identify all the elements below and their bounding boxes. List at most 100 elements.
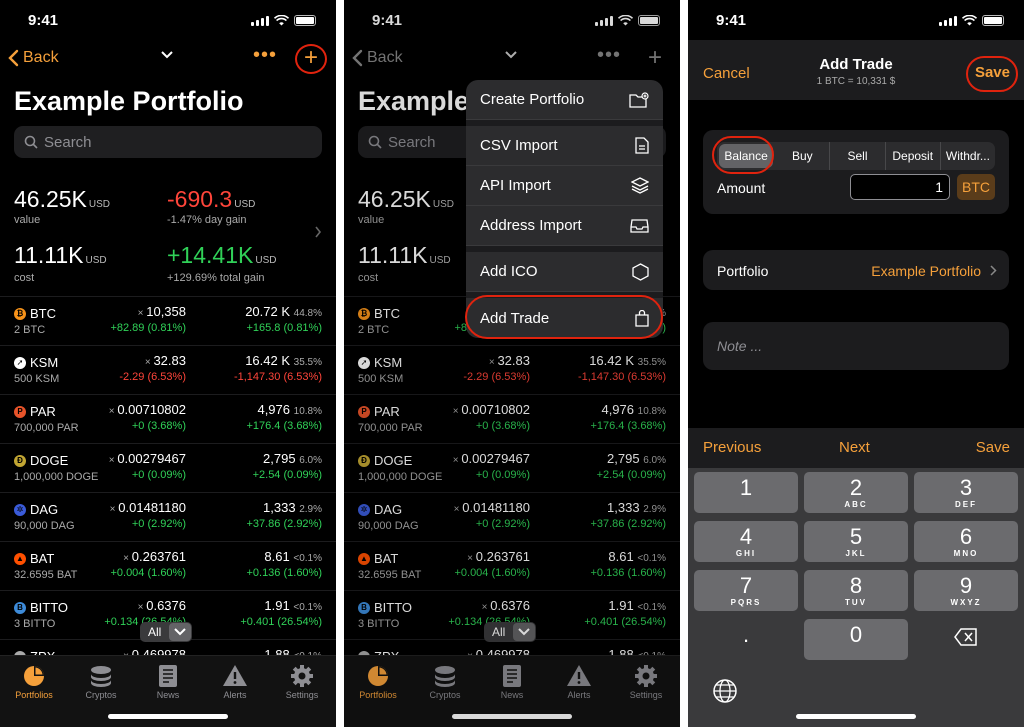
coin-price: 0.00279467 [117, 451, 186, 466]
coin-price: 0.263761 [131, 549, 186, 564]
day-gain: -690.3 [167, 186, 233, 212]
coin-price-change: +0.004 (1.60%) [110, 567, 186, 579]
menu-item-api-import[interactable]: API Import [466, 166, 663, 206]
coin-value: 1.91 [264, 598, 290, 613]
coin-holding: 90,000 DAG [14, 520, 75, 532]
signal-icon [939, 15, 957, 26]
total-value: 46.25K [14, 186, 87, 212]
signal-icon [251, 15, 269, 26]
key-8[interactable]: 8 TUV [804, 570, 908, 611]
toolbar-save-button[interactable]: Save [976, 439, 1010, 456]
segment-sell[interactable]: Sell [830, 142, 886, 170]
battery-icon [294, 15, 316, 26]
coin-row-dag[interactable]: ✲ DAG 90,000 DAG × 0.01481180 +0 (2.92%) 1,33… [0, 492, 336, 541]
coin-price-change: +0 (3.68%) [131, 420, 186, 432]
key-2[interactable]: 2 ABC [804, 472, 908, 513]
key-3[interactable]: 3 DEF [914, 472, 1018, 513]
portfolio-value: Example Portfolio [871, 263, 981, 279]
trade-form: Balance Buy Sell Deposit Withdr... Amoun… [688, 100, 1024, 428]
segment-buy[interactable]: Buy [775, 142, 831, 170]
key-5[interactable]: 5 JKL [804, 521, 908, 562]
coin-row-ksm[interactable]: ➚ KSM 500 KSM × 32.83 -2.29 (6.53%) 16.42 K 3… [0, 345, 336, 394]
globe-icon[interactable] [712, 678, 738, 704]
coin-row-btc[interactable]: ₿BTC2 BTC× 10,358+82.89 (0.81%)20.72 K 4… [0, 296, 336, 345]
status-time: 9:41 [716, 12, 747, 29]
back-button[interactable]: Back [8, 49, 59, 67]
coin-symbol: PAR [30, 404, 56, 419]
key-9[interactable]: 9 WXYZ [914, 570, 1018, 611]
coin-holding: 32.6595 BAT [14, 569, 78, 581]
nav-bar: Back ••• + [0, 44, 336, 76]
coin-symbol: KSM [30, 355, 59, 370]
note-field[interactable]: Note ... [703, 322, 1009, 370]
coin-value: 1,333 [263, 500, 296, 515]
menu-item-csv-import[interactable]: CSV Import [466, 126, 663, 166]
backspace-key[interactable] [914, 618, 1018, 659]
segment-deposit[interactable]: Deposit [886, 142, 941, 170]
amount-input[interactable]: 1 [850, 174, 950, 200]
home-indicator [108, 714, 228, 719]
menu-item-address-import[interactable]: Address Import [466, 206, 663, 246]
key-0[interactable]: 0 [804, 619, 908, 660]
coin-symbol: DAG [30, 502, 59, 517]
coin-price-change: +0 (0.09%) [131, 469, 186, 481]
tab-cryptos[interactable]: Cryptos [71, 662, 131, 700]
portfolio-label: Portfolio [717, 263, 769, 279]
highlight-ring [712, 136, 774, 174]
layers-icon [631, 177, 649, 194]
coin-ksm-icon: ➚ [14, 356, 26, 369]
coin-share: 2.9% [299, 504, 322, 515]
coin-price-change: +0 (2.92%) [131, 518, 186, 530]
coin-share: 44.8% [293, 308, 322, 319]
numeric-keypad: 1 2 ABC 3 DEF 4 GHI 5 JKL 6 MNO 7 PQRS 8 TUV 9 WXYZ. 0 [688, 468, 1024, 727]
menu-item-add-ico[interactable]: Add ICO [466, 252, 663, 292]
filter-pill[interactable]: All [140, 622, 193, 642]
portfolio-screen: 9:41 Back ••• + Example Portfolio Search… [0, 0, 336, 727]
modal-header: Cancel Add Trade 1 BTC = 10,331 $ Save [688, 40, 1024, 100]
battery-icon [982, 15, 1004, 26]
key-1[interactable]: 1 [694, 472, 798, 513]
coin-value-change: +2.54 (0.09%) [252, 469, 322, 481]
menu-item-create-portfolio[interactable]: Create Portfolio [466, 80, 663, 120]
tab-settings[interactable]: Settings [272, 662, 332, 700]
delete-icon [954, 628, 977, 646]
highlight-ring [465, 295, 663, 339]
key-4[interactable]: 4 GHI [694, 521, 798, 562]
portfolio-picker[interactable]: Portfolio Example Portfolio [703, 250, 1009, 290]
coin-row-par[interactable]: P PAR 700,000 PAR × 0.00710802 +0 (3.68%) 4,9… [0, 394, 336, 443]
key-7[interactable]: 7 PQRS [694, 570, 798, 611]
coin-row-doge[interactable]: Ð DOGE 1,000,000 DOGE × 0.00279467 +0 (0.09%… [0, 443, 336, 492]
wifi-icon [274, 15, 289, 26]
segment-withdraw[interactable]: Withdr... [941, 142, 995, 170]
coin-value: 20.72 K [245, 304, 291, 319]
tab-news[interactable]: News [138, 662, 198, 700]
coin-value-change: +37.86 (2.92%) [246, 518, 322, 530]
keyboard-toolbar: Previous Next Save [688, 428, 1024, 468]
coin-price-change: +82.89 (0.81%) [110, 322, 186, 334]
total-cost: 11.11K [14, 242, 84, 268]
chevron-right-icon [315, 226, 322, 238]
coin-row-bat[interactable]: ▲ BAT 32.6595 BAT × 0.263761 +0.004 (1.60%) 8… [0, 541, 336, 590]
tab-alerts[interactable]: Alerts [205, 662, 265, 700]
more-button[interactable]: ••• [253, 44, 277, 67]
coin-symbol: BTC [30, 306, 56, 321]
coin-price: 0.01481180 [118, 500, 186, 515]
coin-price: 0.6376 [146, 598, 186, 613]
search-input[interactable]: Search [14, 126, 322, 158]
amount-label: Amount [717, 180, 766, 196]
key-6[interactable]: 6 MNO [914, 521, 1018, 562]
chevron-down-icon[interactable] [160, 50, 174, 60]
previous-button[interactable]: Previous [703, 439, 761, 456]
coins-icon [71, 662, 131, 690]
coin-holding: 700,000 PAR [14, 422, 79, 434]
currency-button[interactable]: BTC [957, 174, 995, 200]
next-button[interactable]: Next [839, 439, 870, 456]
key-decimal[interactable]: . [694, 619, 798, 660]
coin-share: 10.8% [293, 406, 322, 417]
coin-value: 16.42 K [245, 353, 291, 368]
coin-bat-icon: ▲ [14, 552, 26, 565]
tab-portfolios[interactable]: Portfolios [4, 662, 64, 700]
coin-value-change: +176.4 (3.68%) [246, 420, 322, 432]
portfolio-summary[interactable]: 46.25K USD value -690.3 USD -1.47% day gai… [0, 176, 336, 296]
total-gain: +14.41K [167, 242, 254, 268]
